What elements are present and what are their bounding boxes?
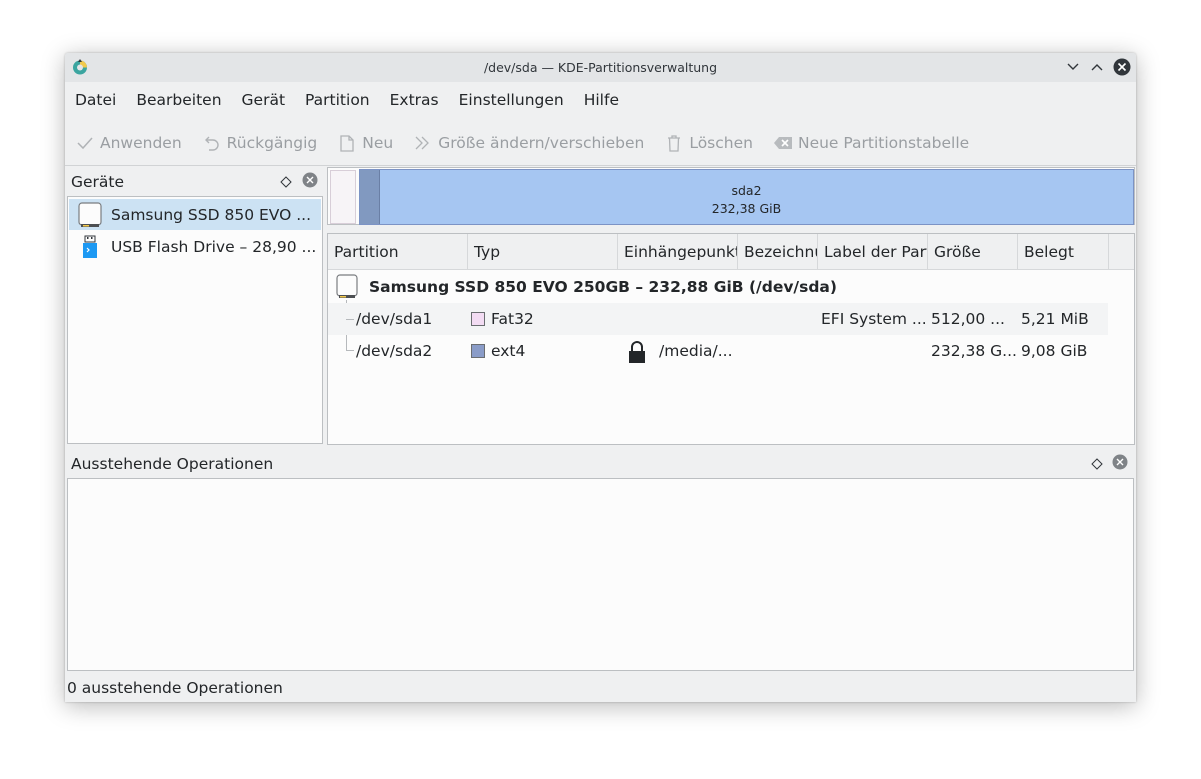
- main-toolbar: Anwenden Rückgängig Neu Größe ändern/ver…: [65, 125, 979, 161]
- new-table-label: Neue Partitionstabelle: [797, 134, 970, 152]
- dock-float-icon[interactable]: [280, 173, 294, 188]
- lock-icon: [627, 340, 647, 368]
- partition-table: Partition Typ Einhängepunkt Bezeichnung …: [327, 233, 1135, 445]
- column-header-label[interactable]: Bezeichnung: [738, 234, 818, 270]
- menu-bar: Datei Bearbeiten Gerät Partition Extras …: [65, 86, 629, 116]
- column-header-partition-label[interactable]: Label der Partition: [818, 234, 928, 270]
- close-window-button[interactable]: [1113, 58, 1131, 76]
- tree-branch: [346, 319, 354, 320]
- undo-button[interactable]: Rückgängig: [192, 125, 328, 161]
- delete-button[interactable]: Löschen: [654, 125, 763, 161]
- cell-type: ext4: [491, 342, 526, 360]
- devices-dock-title: Geräte: [71, 173, 125, 191]
- title-bar[interactable]: /dev/sda — KDE-Partitionsverwaltung: [65, 53, 1136, 82]
- new-label: Neu: [362, 134, 394, 152]
- cell-size: 232,38 G...: [931, 342, 1017, 360]
- fs-color-swatch: [471, 344, 485, 358]
- column-header-mountpoint[interactable]: Einhängepunkt: [618, 234, 738, 270]
- apply-button[interactable]: Anwenden: [65, 125, 192, 161]
- pending-dock-title: Ausstehende Operationen: [71, 455, 274, 473]
- menu-partition[interactable]: Partition: [295, 86, 380, 116]
- table-row[interactable]: /dev/sda2 ext4 /media/... 232,38 G... 9,…: [328, 335, 1108, 367]
- column-header-type[interactable]: Typ: [468, 234, 618, 270]
- partition-bar-sda2[interactable]: sda2 232,38 GiB: [359, 169, 1134, 225]
- table-row[interactable]: /dev/sda1 Fat32 EFI System ... 512,00 ..…: [328, 303, 1108, 335]
- column-header-partition[interactable]: Partition: [328, 234, 468, 270]
- dock-close-icon[interactable]: [1112, 454, 1128, 470]
- partition-bar: sda2 232,38 GiB: [327, 167, 1135, 225]
- table-header: Partition Typ Einhängepunkt Bezeichnung …: [328, 234, 1134, 270]
- dock-float-icon[interactable]: [1091, 455, 1105, 470]
- toolbar-separator: [65, 165, 1136, 166]
- device-label: USB Flash Drive – 28,90 ...: [111, 237, 317, 256]
- partition-bar-name: sda2: [731, 183, 762, 198]
- pending-operations-list: [67, 478, 1134, 671]
- partition-bar-size: 232,38 GiB: [711, 201, 782, 216]
- new-partition-button[interactable]: Neu: [327, 125, 403, 161]
- device-label: Samsung SSD 850 EVO ...: [111, 205, 312, 224]
- cell-used: 5,21 MiB: [1021, 310, 1089, 328]
- dock-close-icon[interactable]: [302, 172, 318, 188]
- edit-clear-icon: [773, 133, 793, 153]
- disk-label: Samsung SSD 850 EVO 250GB – 232,88 GiB (…: [369, 278, 837, 296]
- maximize-button[interactable]: [1088, 58, 1106, 76]
- window-title: /dev/sda — KDE-Partitionsverwaltung: [483, 60, 718, 75]
- trash-icon: [664, 133, 684, 153]
- menu-bearbeiten[interactable]: Bearbeiten: [126, 86, 231, 116]
- device-list: Samsung SSD 850 EVO ... USB Flash Drive …: [67, 196, 323, 444]
- resize-label: Größe ändern/verschieben: [438, 134, 645, 152]
- pending-operations-dock: Ausstehende Operationen: [67, 449, 1134, 671]
- cell-mountpoint: /media/...: [659, 342, 733, 360]
- menu-extras[interactable]: Extras: [380, 86, 449, 116]
- cell-partition-label: EFI System ...: [821, 310, 927, 328]
- cell-used: 9,08 GiB: [1021, 342, 1088, 360]
- menu-hilfe[interactable]: Hilfe: [574, 86, 629, 116]
- fs-color-swatch: [471, 312, 485, 326]
- partition-bar-sda1[interactable]: [330, 170, 356, 224]
- status-bar: 0 ausstehende Operationen: [67, 679, 283, 697]
- delete-label: Löschen: [689, 134, 753, 152]
- cell-partition: /dev/sda1: [356, 310, 433, 328]
- menu-datei[interactable]: Datei: [65, 86, 126, 116]
- cell-size: 512,00 ...: [931, 310, 1005, 328]
- document-new-icon: [337, 133, 357, 153]
- undo-icon: [202, 133, 222, 153]
- tree-branch: [346, 350, 354, 351]
- drive-harddisk-icon: [77, 201, 103, 228]
- table-row-disk[interactable]: Samsung SSD 850 EVO 250GB – 232,88 GiB (…: [328, 271, 1108, 303]
- device-item-usb[interactable]: USB Flash Drive – 28,90 ...: [69, 231, 321, 262]
- column-header-used[interactable]: Belegt: [1018, 234, 1109, 270]
- new-partition-table-button[interactable]: Neue Partitionstabelle: [763, 125, 979, 161]
- partition-bar-label: sda2 232,38 GiB: [360, 182, 1133, 218]
- column-header-size[interactable]: Größe: [928, 234, 1018, 270]
- menu-einstellungen[interactable]: Einstellungen: [449, 86, 574, 116]
- main-window: /dev/sda — KDE-Partitionsverwaltung Date…: [65, 53, 1136, 702]
- drive-removable-media-usb-icon: [77, 234, 103, 260]
- checkmark-icon: [75, 133, 95, 153]
- minimize-button[interactable]: [1064, 58, 1082, 76]
- devices-dock: Geräte Samsung SSD 850 EVO ... USB Flash…: [67, 167, 323, 444]
- resize-arrows-icon: [413, 133, 433, 153]
- cell-type: Fat32: [491, 310, 534, 328]
- cell-partition: /dev/sda2: [356, 342, 433, 360]
- resize-move-button[interactable]: Größe ändern/verschieben: [403, 125, 654, 161]
- device-item-ssd[interactable]: Samsung SSD 850 EVO ...: [69, 199, 321, 230]
- drive-harddisk-icon: [336, 274, 358, 304]
- undo-label: Rückgängig: [226, 134, 318, 152]
- apply-label: Anwenden: [100, 134, 182, 152]
- menu-geraet[interactable]: Gerät: [232, 86, 296, 116]
